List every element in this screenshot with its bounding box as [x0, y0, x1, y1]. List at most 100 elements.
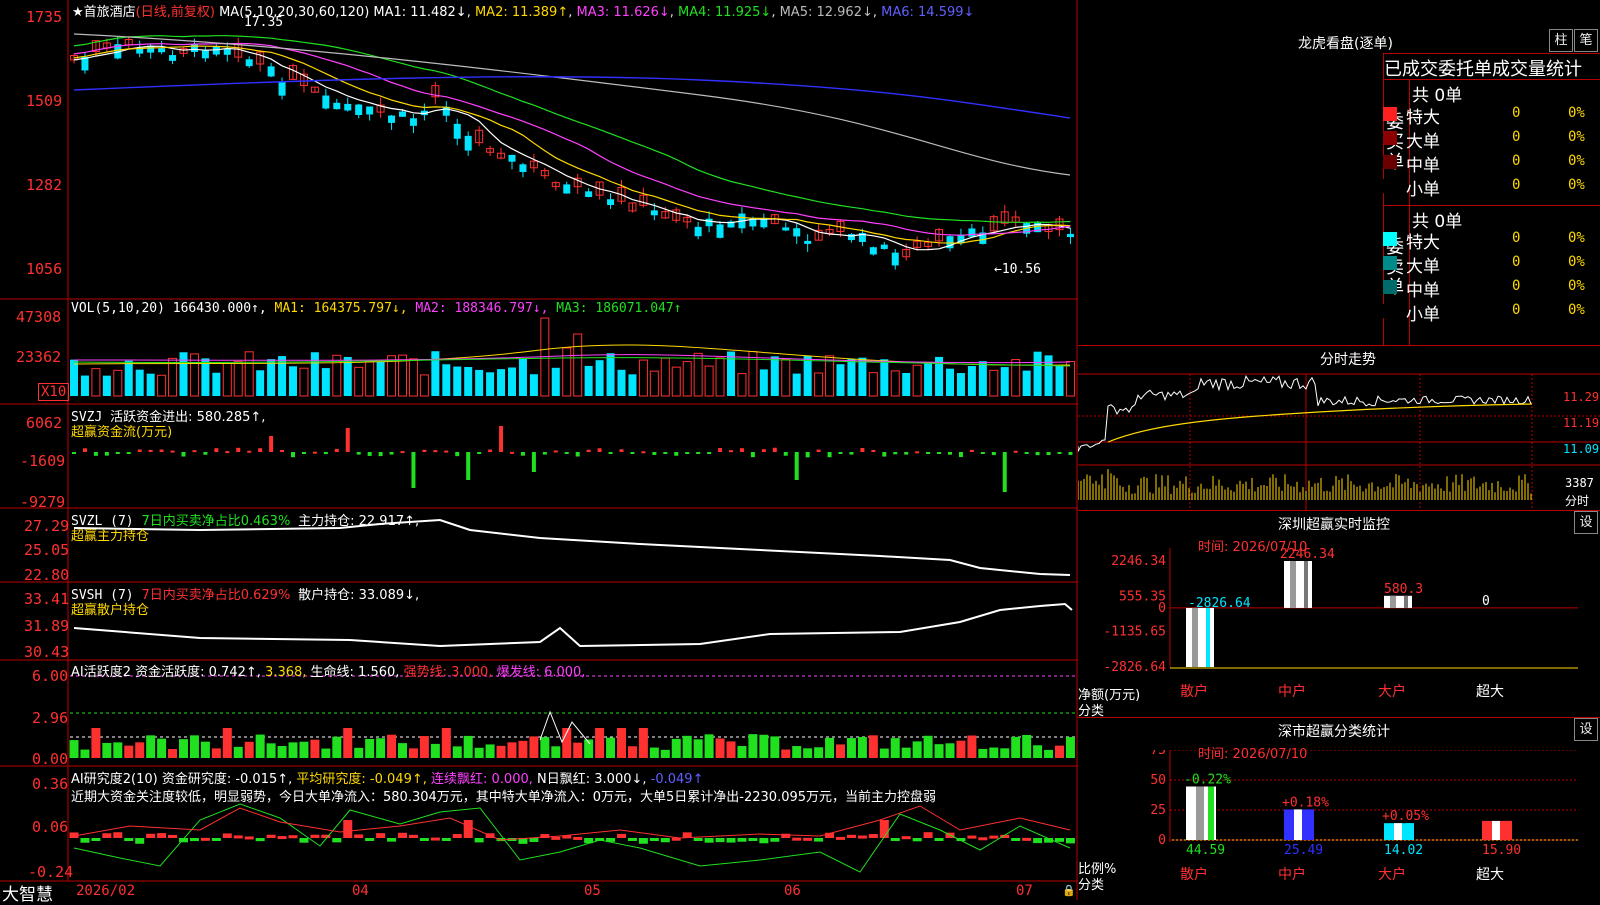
price-axis-4: 1056: [26, 260, 63, 278]
ai2-bar: [168, 834, 178, 838]
volume-bar-up: [989, 369, 999, 397]
volume-bar-down: [770, 356, 779, 396]
lock-icon[interactable]: 🔒: [1062, 884, 1076, 897]
svzj-bar: [1024, 452, 1029, 454]
ai1-bar: [179, 739, 188, 758]
svzj-bar: [280, 449, 285, 452]
volume-bar-down: [759, 369, 768, 396]
ai1-bar: [803, 748, 813, 758]
volume-bars: [70, 317, 1075, 397]
sz-stats-change-label: +0.05%: [1382, 809, 1429, 824]
ai1-axis-1: 6.00: [32, 667, 69, 685]
volume-bar-up: [91, 368, 101, 397]
ai1-bar: [540, 737, 550, 758]
ai1-bar: [474, 747, 484, 758]
intraday-chart[interactable]: [1078, 370, 1600, 510]
svzj-bar: [247, 450, 252, 453]
ai1-bar: [638, 728, 648, 758]
ai2-bar: [901, 836, 911, 840]
ai1-bar: [189, 735, 199, 758]
volume-bar-down: [464, 366, 473, 396]
high-marker: 17.35: [244, 15, 284, 30]
svzj-bar: [356, 452, 361, 455]
svzj-axis-2: -1609: [20, 452, 66, 470]
ai1-bar: [529, 736, 539, 758]
ai2-bar: [189, 838, 199, 842]
sz-stats-settings-button[interactable]: 设: [1574, 718, 1598, 741]
sz-monitor-axis-label: -1135.65: [1103, 625, 1166, 640]
sz-monitor-settings-button[interactable]: 设: [1574, 511, 1598, 534]
buy-color-swatch: [1383, 131, 1397, 145]
svzj-bar: [400, 451, 405, 454]
volume-bar-down: [792, 373, 801, 396]
volume-bar-up: [912, 364, 922, 397]
sell-row-count: 0: [1512, 254, 1521, 270]
svzj-bar: [1013, 450, 1018, 453]
svzj-bar: [860, 447, 865, 452]
volume-bar-up: [693, 352, 703, 397]
ai2-axis-3: -0.24: [28, 863, 74, 881]
bar-view-button[interactable]: 柱: [1549, 29, 1573, 52]
svzj-bar: [181, 452, 186, 457]
volume-bar-up: [113, 369, 123, 397]
svsh-item1: 7日内买卖净占比0.629%: [141, 588, 291, 603]
svzj-bars: [72, 426, 1073, 492]
svsh-line: [73, 602, 1073, 648]
ai2-bar: [474, 838, 484, 843]
volume-bar-down: [836, 364, 845, 396]
volume-bar-down: [453, 366, 462, 396]
ma6-value: MA6: 14.599↓: [881, 5, 975, 20]
ai2-bar: [398, 832, 407, 838]
kline-chart[interactable]: [0, 0, 1078, 900]
svsh-axis-1: 33.41: [24, 590, 70, 608]
ai1-bar: [606, 737, 616, 758]
intraday-avg-line: [1107, 403, 1533, 443]
ai2-bar: [387, 838, 397, 842]
svzj-bar: [750, 452, 755, 458]
ai2-bar: [146, 833, 156, 838]
volume-bar-down: [267, 359, 276, 396]
candle-down: [267, 66, 275, 77]
svzj-bar: [707, 452, 712, 454]
svzj-bar: [761, 449, 766, 452]
volume-bar-down: [146, 373, 155, 396]
ai2-bar: [332, 838, 342, 843]
ai2-bar: [846, 834, 856, 838]
volume-bar-down: [847, 359, 856, 396]
bar-edge: [1404, 595, 1408, 608]
svzj-bar: [411, 452, 416, 488]
dragon-title: 龙虎看盘(逐单): [1298, 36, 1393, 52]
ai2-bar: [737, 838, 747, 842]
volume-bar-down: [595, 360, 604, 396]
intraday-price-line: [1078, 375, 1532, 453]
ai1-bar: [168, 749, 178, 758]
main-chart-area[interactable]: ★首旅酒店(日线,前复权) MA(5,10,20,30,60,120) MA1:…: [0, 0, 1078, 905]
svzj-bar: [312, 451, 317, 454]
candle-down: [694, 226, 702, 237]
candle-down: [245, 59, 253, 67]
buy-row-pct: 0%: [1568, 129, 1585, 145]
ai2-bar: [452, 834, 462, 838]
stroke-view-button[interactable]: 笔: [1574, 29, 1598, 52]
volume-bar-down: [1044, 355, 1053, 396]
ai1-bar: [398, 743, 407, 758]
ai2-axis-1: 0.36: [32, 775, 69, 793]
ai1-bar: [748, 734, 758, 758]
star-icon[interactable]: ★: [72, 5, 84, 20]
buy-color-swatch: [1383, 179, 1397, 193]
volume-bar-down: [289, 366, 297, 396]
ai1-bar: [573, 742, 583, 758]
sz-stats-category: 中户: [1278, 866, 1306, 883]
volume-bar-up: [682, 361, 692, 397]
ai2-bar: [80, 838, 90, 843]
svzj-bar: [685, 452, 690, 454]
svzj-bar: [838, 452, 843, 454]
ai1-bar: [496, 745, 506, 758]
sz-stats-category: 大户: [1378, 866, 1406, 883]
svzj-bar: [488, 449, 493, 452]
ai2-item3: 连续飘红: 0.000,: [431, 772, 533, 787]
svzj-bar: [564, 452, 569, 454]
svzj-bar: [455, 452, 460, 457]
stock-name: 首旅酒店: [83, 5, 136, 20]
ai2-bar: [715, 838, 725, 843]
